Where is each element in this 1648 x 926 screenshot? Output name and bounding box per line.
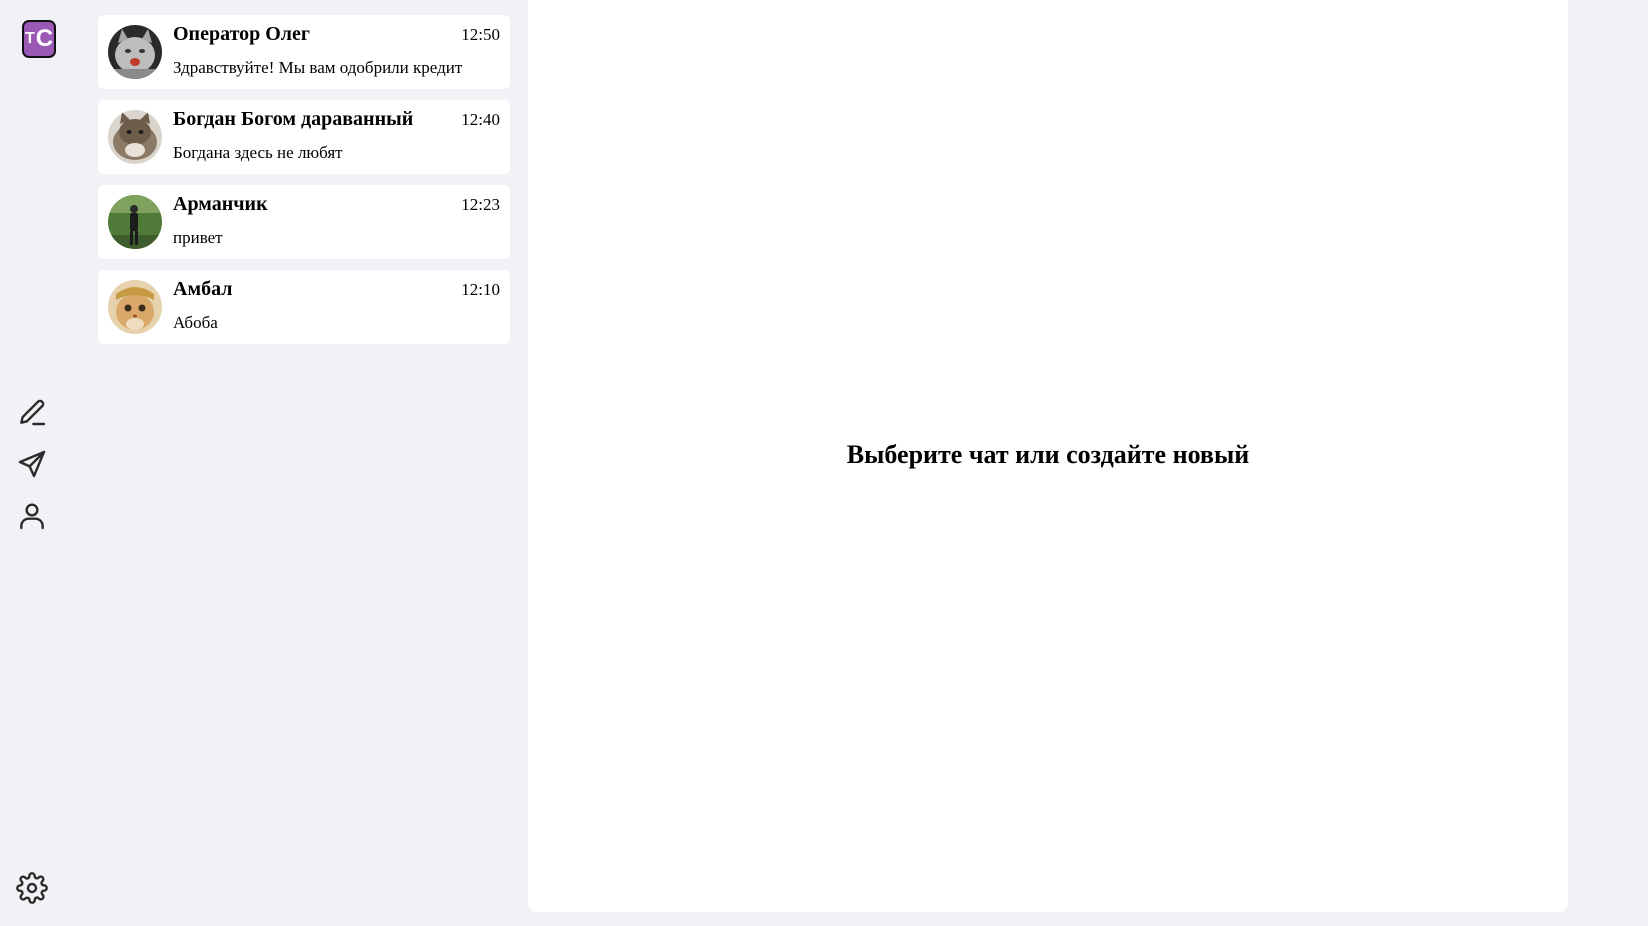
- cat-avatar-icon: [108, 280, 162, 334]
- user-icon: [20, 503, 44, 530]
- chat-time: 12:40: [461, 110, 500, 129]
- chat-time: 12:23: [461, 195, 500, 214]
- side-rail: TC: [0, 0, 80, 926]
- chat-list: Оператор Олег 12:50 Здравствуйте! Мы вам…: [98, 15, 510, 355]
- chat-panel: Выберите чат или создайте новый: [528, 0, 1568, 912]
- chat-item[interactable]: Арманчик 12:23 привет: [98, 185, 510, 259]
- chat-item[interactable]: Амбал 12:10 Абоба: [98, 270, 510, 344]
- new-chat-button[interactable]: [14, 394, 50, 430]
- send-icon: [18, 450, 46, 478]
- chat-preview: привет: [173, 228, 223, 247]
- chat-time: 12:50: [461, 25, 500, 44]
- avatar: [108, 25, 162, 79]
- settings-icon: [16, 872, 48, 904]
- empty-state-message: Выберите чат или создайте новый: [846, 440, 1250, 469]
- chat-item[interactable]: Богдан Богом дараванный 12:40 Богдана зд…: [98, 100, 510, 174]
- avatar: [108, 110, 162, 164]
- messages-button[interactable]: [14, 446, 50, 482]
- avatar: [108, 280, 162, 334]
- app-logo[interactable]: TC: [22, 20, 56, 58]
- messenger-app: TC Оператор Олег 12:50 Здравствуйте! Мы …: [0, 0, 1648, 926]
- profile-button[interactable]: [14, 498, 50, 534]
- chat-preview: Богдана здесь не любят: [173, 143, 343, 162]
- chat-name: Богдан Богом дараванный: [173, 108, 414, 130]
- pencil-icon: [20, 399, 46, 426]
- chat-item[interactable]: Оператор Олег 12:50 Здравствуйте! Мы вам…: [98, 15, 510, 89]
- chat-preview: Здравствуйте! Мы вам одобрили кредит: [173, 58, 463, 77]
- logo-letter-c: C: [35, 25, 54, 52]
- cat-avatar-icon: [108, 25, 162, 79]
- avatar: [108, 195, 162, 249]
- cat-avatar-icon: [108, 110, 162, 164]
- chat-time: 12:10: [461, 280, 500, 299]
- chat-preview: Абоба: [173, 313, 218, 332]
- logo-letter-t: T: [24, 30, 35, 47]
- chat-name: Арманчик: [173, 193, 268, 215]
- settings-button[interactable]: [14, 870, 50, 906]
- chat-name: Амбал: [173, 278, 233, 300]
- person-avatar-icon: [108, 195, 162, 249]
- chat-name: Оператор Олег: [173, 23, 310, 45]
